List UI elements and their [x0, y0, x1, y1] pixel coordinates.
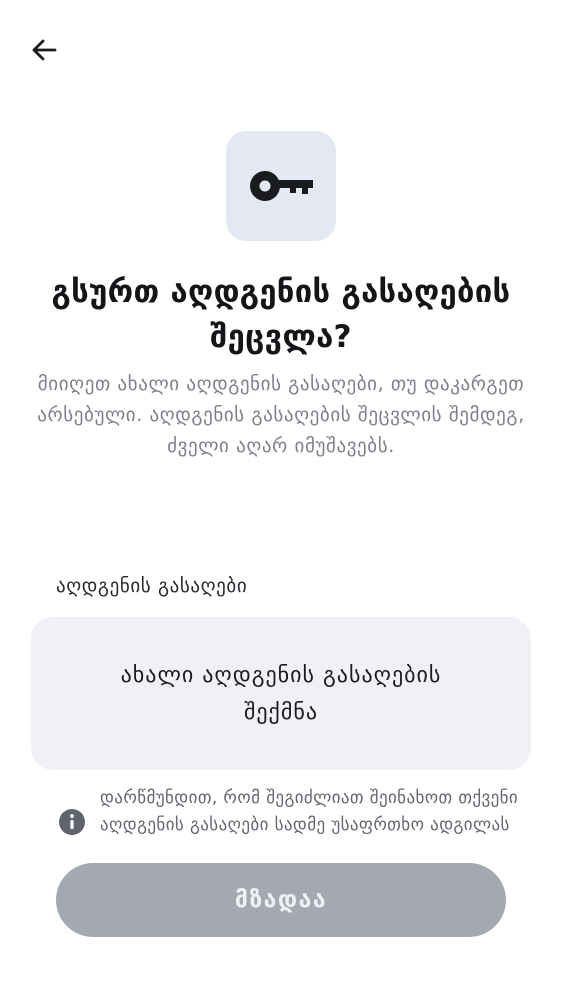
- key-icon: [250, 171, 313, 201]
- page-description: მიიღეთ ახალი აღდგენის გასაღები, თუ დაკარ…: [37, 373, 525, 457]
- ready-button-label: მზადაა: [234, 887, 328, 913]
- page-title: გსურთ აღდგენის გასაღების შეცვლა?: [51, 274, 511, 355]
- ready-button[interactable]: მზადაა: [56, 863, 506, 937]
- create-recovery-key-button[interactable]: ახალი აღდგენის გასაღების შექმნა: [31, 617, 531, 770]
- back-button[interactable]: [22, 28, 66, 72]
- save-key-notice: დარწმუნდით, რომ შეგიძლიათ შეინახოთ თქვენ…: [100, 788, 519, 835]
- create-recovery-key-label: ახალი აღდგენის გასაღების შექმნა: [120, 662, 442, 725]
- info-icon: [59, 809, 85, 835]
- key-icon-tile: [226, 131, 336, 241]
- arrow-left-icon: [32, 39, 57, 61]
- recovery-key-label: აღდგენის გასაღები: [56, 575, 248, 597]
